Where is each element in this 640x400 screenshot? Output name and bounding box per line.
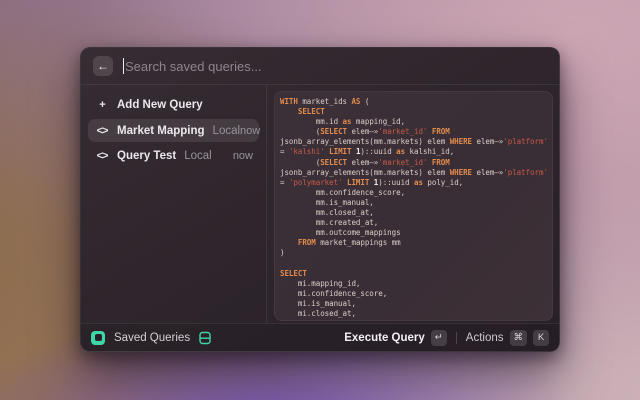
code-line: mm.id as mapping_id, xyxy=(280,117,547,127)
code-line: FROM market_mappings mm xyxy=(280,238,547,248)
code-line: mm.confidence_score, xyxy=(280,188,547,198)
code-line: = 'kalshi' LIMIT 1)::uuid as kalshi_id, xyxy=(280,147,547,157)
code-line: mi.is_manual, xyxy=(280,299,547,309)
actions-button[interactable]: Actions ⌘ K xyxy=(466,330,549,346)
execute-query-label: Execute Query xyxy=(344,332,425,344)
code-line: jsonb_array_elements(mm.markets) elem WH… xyxy=(280,137,547,147)
query-preview-panel[interactable]: WITH market_ids AS ( SELECT mm.id as map… xyxy=(274,91,553,321)
drive-icon xyxy=(199,331,211,345)
sidebar-item-label: Query Test xyxy=(117,150,176,162)
window-body: + Add New Query <> Market Mapping Local … xyxy=(81,85,559,323)
code-line: mm.closed_at, xyxy=(280,208,547,218)
timestamp: now xyxy=(233,150,253,162)
footer-app-label: Saved Queries xyxy=(114,332,190,344)
code-line: (SELECT elem—»'market_id' FROM xyxy=(280,127,547,137)
storage-tag: Local xyxy=(184,150,212,162)
code-line: mi.confidence_score, xyxy=(280,289,547,299)
code-block: WITH market_ids AS ( SELECT mm.id as map… xyxy=(280,97,547,321)
plus-icon: + xyxy=(94,99,110,111)
code-line xyxy=(280,259,547,269)
desktop-background: ← + Add New Query <> Market Mapping Loca… xyxy=(0,0,640,400)
code-icon: <> xyxy=(94,125,110,137)
sidebar-item-query-test[interactable]: <> Query Test Local now xyxy=(88,144,259,168)
extension-app-icon xyxy=(91,331,105,345)
search-bar: ← xyxy=(81,48,559,85)
code-line: mi.closed_at, xyxy=(280,309,547,319)
sidebar-item-market-mapping[interactable]: <> Market Mapping Local now xyxy=(88,119,259,142)
code-line: ) xyxy=(280,248,547,258)
sidebar-item-label: Add New Query xyxy=(117,99,203,111)
app-window: ← + Add New Query <> Market Mapping Loca… xyxy=(80,47,560,352)
text-caret xyxy=(123,58,124,74)
extension-app-icon-inner xyxy=(95,334,102,341)
sidebar-item-label: Market Mapping xyxy=(117,125,205,137)
cmd-key-badge: ⌘ xyxy=(510,330,528,346)
code-line: mi.created_at as mapping_created_at xyxy=(280,319,547,321)
back-arrow-icon: ← xyxy=(97,59,109,73)
execute-query-button[interactable]: Execute Query ↵ xyxy=(344,330,447,346)
k-key-badge: K xyxy=(533,330,549,346)
code-line: SELECT xyxy=(280,107,547,117)
code-line: WITH market_ids AS ( xyxy=(280,97,547,107)
timestamp: now xyxy=(240,125,260,137)
actions-label: Actions xyxy=(466,332,504,344)
sidebar: + Add New Query <> Market Mapping Local … xyxy=(81,85,266,323)
back-button[interactable]: ← xyxy=(93,56,113,76)
code-icon: <> xyxy=(94,150,110,162)
sidebar-item-add-new-query[interactable]: + Add New Query xyxy=(88,93,259,117)
detail-pane: WITH market_ids AS ( SELECT mm.id as map… xyxy=(267,85,559,323)
storage-tag: Local xyxy=(213,125,241,137)
footer-separator xyxy=(456,332,457,344)
code-line: = 'polymarket' LIMIT 1)::uuid as poly_id… xyxy=(280,178,547,188)
code-line: mm.created_at, xyxy=(280,218,547,228)
enter-key-badge: ↵ xyxy=(431,330,447,346)
search-input[interactable] xyxy=(123,56,547,76)
code-line: jsonb_array_elements(mm.markets) elem WH… xyxy=(280,168,547,178)
footer-bar: Saved Queries Execute Query ↵ Actions ⌘ … xyxy=(81,323,559,351)
code-line: SELECT xyxy=(280,269,547,279)
code-line: (SELECT elem—»'market_id' FROM xyxy=(280,158,547,168)
code-line: mm.outcome_mappings xyxy=(280,228,547,238)
code-line: mm.is_manual, xyxy=(280,198,547,208)
code-line: mi.mapping_id, xyxy=(280,279,547,289)
